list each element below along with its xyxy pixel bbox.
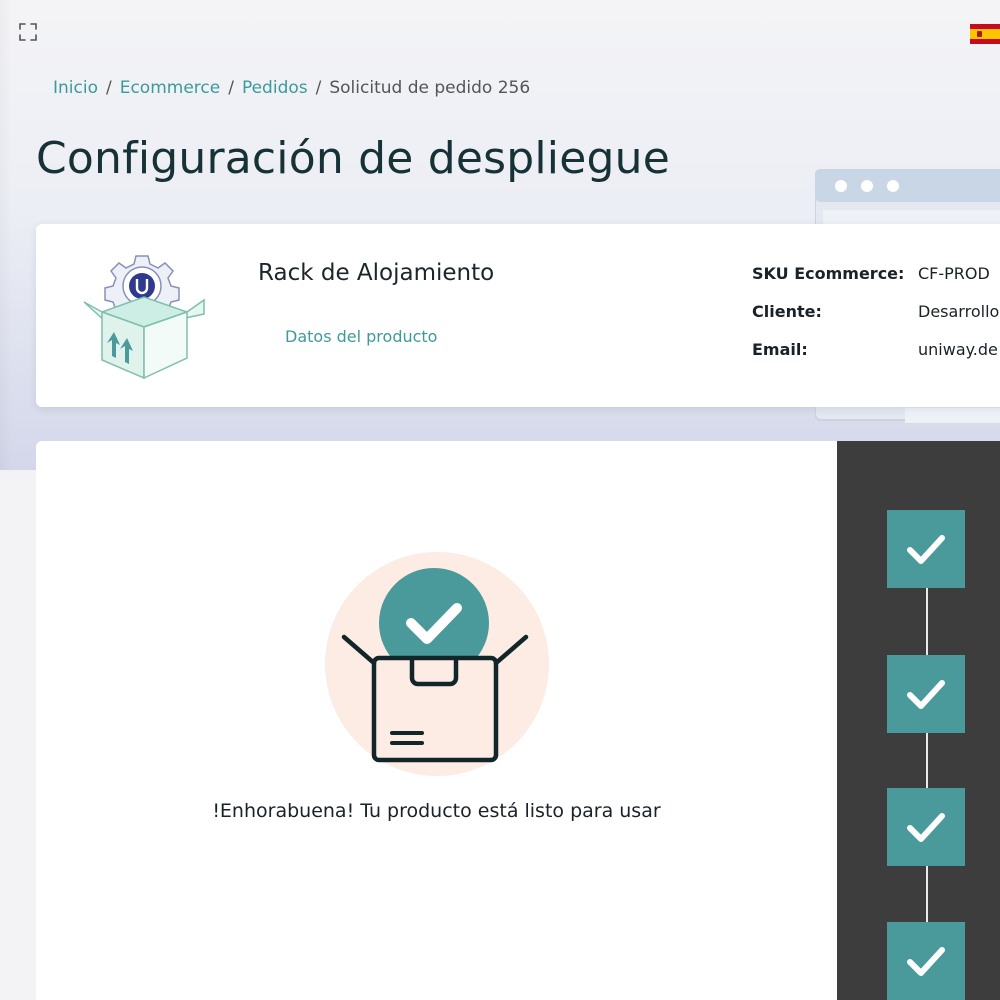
step-connector	[926, 866, 928, 922]
client-label: Cliente:	[752, 302, 822, 321]
step-connector	[926, 588, 928, 658]
product-data-link[interactable]: Datos del producto	[285, 327, 437, 346]
step-4-complete[interactable]	[887, 922, 965, 1000]
step-2-complete[interactable]	[887, 655, 965, 733]
check-icon	[907, 680, 945, 709]
steps-panel	[837, 441, 1000, 1000]
fullscreen-expand-icon[interactable]	[18, 22, 38, 42]
spain-flag-icon[interactable]	[970, 24, 1000, 44]
step-1-complete[interactable]	[887, 510, 965, 588]
check-icon	[907, 813, 945, 842]
check-icon	[907, 947, 945, 976]
step-3-complete[interactable]	[887, 788, 965, 866]
email-value: uniway.de	[918, 340, 998, 359]
step-connector	[926, 732, 928, 788]
check-icon	[907, 535, 945, 564]
breadcrumb-link-pedidos[interactable]: Pedidos	[242, 78, 308, 98]
breadcrumb-link-ecommerce[interactable]: Ecommerce	[120, 78, 221, 98]
product-card: Rack de Alojamiento Datos del producto S…	[36, 224, 1000, 407]
page-title: Configuración de despliegue	[36, 133, 670, 184]
sku-label: SKU Ecommerce:	[752, 264, 905, 283]
email-label: Email:	[752, 340, 808, 359]
breadcrumb: Inicio / Ecommerce / Pedidos / Solicitud…	[53, 78, 530, 98]
sku-value: CF-PROD	[918, 264, 990, 283]
product-name: Rack de Alojamiento	[258, 260, 495, 286]
breadcrumb-separator: /	[315, 78, 322, 98]
breadcrumb-current: Solicitud de pedido 256	[329, 78, 531, 98]
deployment-result-card: !Enhorabuena! Tu producto está listo par…	[36, 441, 837, 1000]
breadcrumb-separator: /	[105, 78, 112, 98]
breadcrumb-separator: /	[228, 78, 234, 98]
breadcrumb-link-inicio[interactable]: Inicio	[53, 78, 98, 98]
client-value: Desarrollo	[918, 302, 1000, 321]
success-message: !Enhorabuena! Tu producto está listo par…	[212, 800, 661, 822]
gear-box-product-icon	[82, 252, 207, 382]
open-box-check-icon	[324, 551, 554, 781]
